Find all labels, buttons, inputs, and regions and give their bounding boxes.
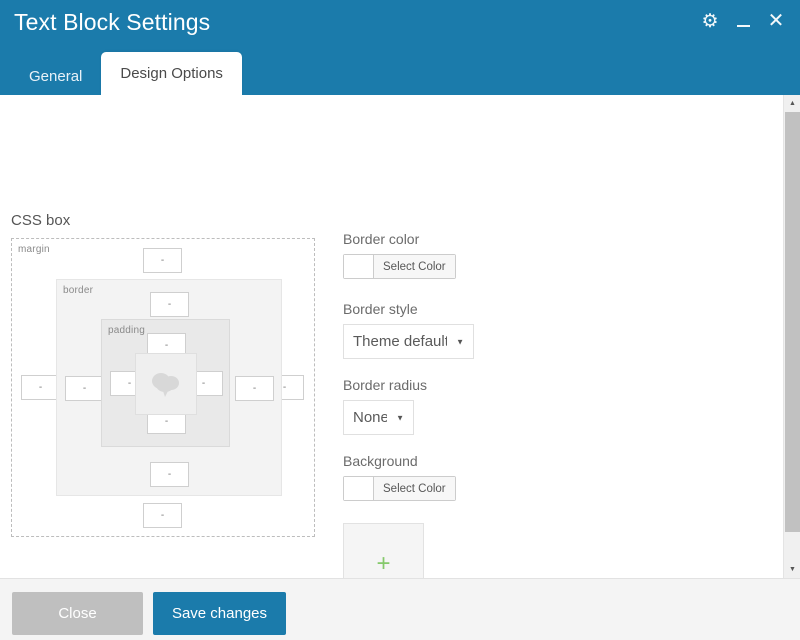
margin-left-input[interactable] bbox=[21, 375, 60, 400]
save-changes-button[interactable]: Save changes bbox=[153, 592, 286, 635]
dialog-footer: Close Save changes bbox=[0, 578, 800, 640]
border-color-button-label: Select Color bbox=[374, 255, 455, 278]
dialog-body: CSS box margin border padding bbox=[0, 95, 800, 578]
border-style-select[interactable]: Theme defaults bbox=[343, 324, 474, 359]
border-top-input[interactable] bbox=[150, 292, 189, 317]
tab-design-options-label: Design Options bbox=[120, 65, 223, 82]
background-color-swatch[interactable] bbox=[344, 477, 374, 500]
border-style-label: Border style bbox=[343, 301, 418, 317]
minimize-icon[interactable] bbox=[733, 10, 753, 32]
window-controls: ⚙ ✕ bbox=[700, 10, 786, 32]
plus-icon: + bbox=[376, 549, 391, 577]
background-color-button-label: Select Color bbox=[374, 477, 455, 500]
border-zone: border padding bbox=[56, 279, 282, 496]
padding-zone: padding bbox=[101, 319, 230, 447]
border-style-group: Border style Theme defaults ▼ bbox=[343, 301, 643, 359]
padding-label: padding bbox=[108, 325, 145, 336]
image-placeholder-icon bbox=[149, 370, 183, 398]
dialog-header: Text Block Settings ⚙ ✕ General Design O… bbox=[0, 0, 800, 95]
border-color-label: Border color bbox=[343, 231, 420, 247]
margin-label: margin bbox=[18, 244, 50, 255]
border-color-swatch[interactable] bbox=[344, 255, 374, 278]
margin-top-input[interactable] bbox=[143, 248, 182, 273]
border-radius-label: Border radius bbox=[343, 377, 428, 393]
border-left-input[interactable] bbox=[65, 376, 104, 401]
border-color-picker[interactable]: Select Color bbox=[343, 254, 456, 279]
background-image-group: + bbox=[343, 523, 643, 578]
scroll-up-arrow-icon[interactable]: ▲ bbox=[784, 95, 800, 112]
design-options-panel: Border color Select Color Border style T… bbox=[343, 231, 643, 578]
tab-general-label: General bbox=[29, 67, 83, 85]
close-glyph: ✕ bbox=[767, 10, 785, 32]
tab-bar: General Design Options bbox=[0, 52, 242, 95]
border-style-select-wrap: Theme defaults ▼ bbox=[343, 324, 474, 359]
background-label: Background bbox=[343, 453, 418, 469]
gear-icon[interactable]: ⚙ bbox=[700, 10, 720, 32]
css-box-heading: CSS box bbox=[11, 212, 71, 229]
border-radius-group: Border radius None ▼ bbox=[343, 377, 643, 435]
minimize-glyph bbox=[736, 24, 750, 27]
tab-general[interactable]: General bbox=[10, 57, 101, 95]
tab-design-options[interactable]: Design Options bbox=[101, 52, 242, 95]
settings-dialog: Text Block Settings ⚙ ✕ General Design O… bbox=[0, 0, 800, 640]
close-icon[interactable]: ✕ bbox=[766, 10, 786, 32]
background-color-group: Background Select Color bbox=[343, 453, 643, 505]
border-color-group: Border color Select Color bbox=[343, 231, 643, 283]
scroll-down-arrow-icon[interactable]: ▼ bbox=[784, 561, 800, 578]
border-radius-select-wrap: None ▼ bbox=[343, 400, 414, 435]
add-background-image-button[interactable]: + bbox=[343, 523, 424, 578]
border-right-input[interactable] bbox=[235, 376, 274, 401]
background-color-picker[interactable]: Select Color bbox=[343, 476, 456, 501]
border-label: border bbox=[63, 285, 94, 296]
page-title: Text Block Settings bbox=[14, 9, 211, 35]
border-radius-select[interactable]: None bbox=[343, 400, 414, 435]
content-zone bbox=[135, 353, 197, 415]
scrollbar-thumb[interactable] bbox=[785, 112, 800, 532]
border-bottom-input[interactable] bbox=[150, 462, 189, 487]
margin-zone: margin border padding bbox=[11, 238, 315, 537]
margin-bottom-input[interactable] bbox=[143, 503, 182, 528]
vertical-scrollbar[interactable]: ▲ ▼ bbox=[783, 95, 800, 578]
close-button[interactable]: Close bbox=[12, 592, 143, 635]
gear-glyph: ⚙ bbox=[701, 10, 719, 32]
